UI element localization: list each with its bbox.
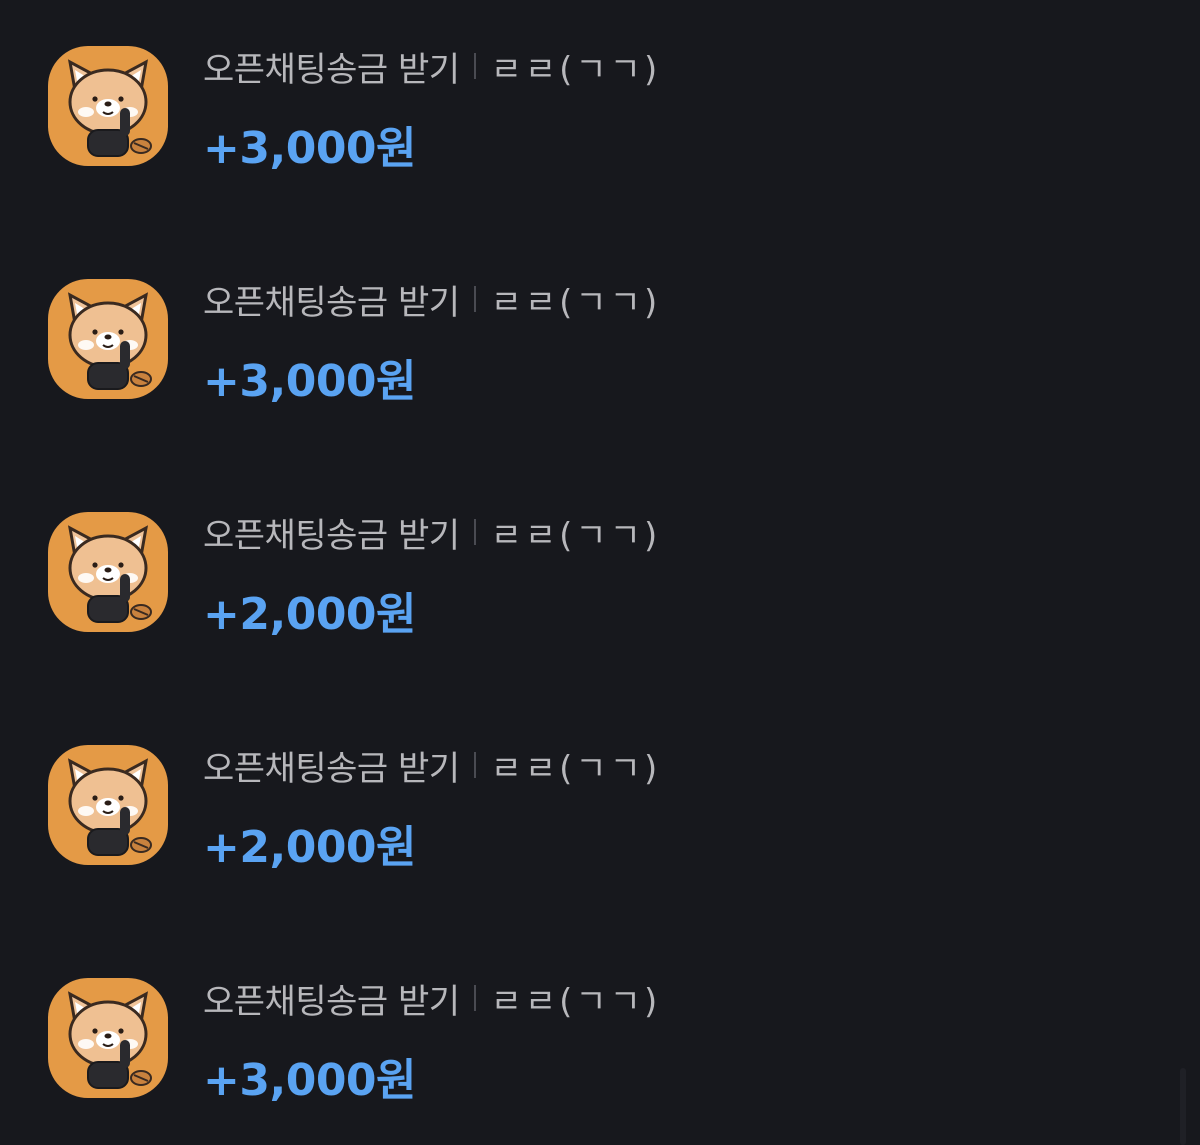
red-panda-icon xyxy=(67,758,152,856)
divider xyxy=(473,53,476,79)
red-panda-avatar-icon xyxy=(48,978,168,1098)
sender-name: ㄹㄹ(ㄱㄱ) xyxy=(490,515,661,556)
divider xyxy=(473,752,476,778)
transaction-amount: +2,000원 xyxy=(203,589,417,640)
sender-name: ㄹㄹ(ㄱㄱ) xyxy=(490,282,661,323)
transaction-amount: +2,000원 xyxy=(203,822,417,873)
transaction-item[interactable]: 오픈채팅송금 받기 ㄹㄹ(ㄱㄱ) +3,000원 xyxy=(0,0,1180,174)
transaction-item[interactable]: 오픈채팅송금 받기 ㄹㄹ(ㄱㄱ) +2,000원 xyxy=(0,699,1180,873)
transaction-title-line: 오픈채팅송금 받기 ㄹㄹ(ㄱㄱ) xyxy=(203,976,661,1022)
red-panda-icon xyxy=(67,59,152,157)
scrollbar[interactable] xyxy=(1180,1068,1186,1145)
transaction-title-line: 오픈채팅송금 받기 ㄹㄹ(ㄱㄱ) xyxy=(203,743,661,789)
transaction-title: 오픈채팅송금 받기 xyxy=(203,282,460,323)
transaction-title: 오픈채팅송금 받기 xyxy=(203,981,460,1022)
sender-name: ㄹㄹ(ㄱㄱ) xyxy=(490,748,661,789)
transaction-amount: +3,000원 xyxy=(203,1055,417,1106)
red-panda-avatar-icon xyxy=(48,46,168,166)
divider xyxy=(473,286,476,312)
transaction-item[interactable]: 오픈채팅송금 받기 ㄹㄹ(ㄱㄱ) +3,000원 xyxy=(0,932,1180,1106)
sender-name: ㄹㄹ(ㄱㄱ) xyxy=(490,49,661,90)
transaction-title: 오픈채팅송금 받기 xyxy=(203,49,460,90)
red-panda-avatar-icon xyxy=(48,279,168,399)
transaction-item[interactable]: 오픈채팅송금 받기 ㄹㄹ(ㄱㄱ) +2,000원 xyxy=(0,466,1180,640)
divider xyxy=(473,519,476,545)
red-panda-avatar-icon xyxy=(48,745,168,865)
red-panda-icon xyxy=(67,991,152,1089)
transaction-title: 오픈채팅송금 받기 xyxy=(203,748,460,789)
red-panda-icon xyxy=(67,525,152,623)
transaction-amount: +3,000원 xyxy=(203,356,417,407)
transaction-amount: +3,000원 xyxy=(203,123,417,174)
transaction-item[interactable]: 오픈채팅송금 받기 ㄹㄹ(ㄱㄱ) +3,000원 xyxy=(0,233,1180,407)
divider xyxy=(473,985,476,1011)
transaction-title-line: 오픈채팅송금 받기 ㄹㄹ(ㄱㄱ) xyxy=(203,510,661,556)
transaction-list: 오픈채팅송금 받기 ㄹㄹ(ㄱㄱ) +3,000원 오픈채팅송금 받기 ㄹㄹ(ㄱㄱ… xyxy=(0,0,1200,1145)
transaction-title: 오픈채팅송금 받기 xyxy=(203,515,460,556)
sender-name: ㄹㄹ(ㄱㄱ) xyxy=(490,981,661,1022)
red-panda-avatar-icon xyxy=(48,512,168,632)
transaction-title-line: 오픈채팅송금 받기 ㄹㄹ(ㄱㄱ) xyxy=(203,44,661,90)
transaction-title-line: 오픈채팅송금 받기 ㄹㄹ(ㄱㄱ) xyxy=(203,277,661,323)
red-panda-icon xyxy=(67,292,152,390)
